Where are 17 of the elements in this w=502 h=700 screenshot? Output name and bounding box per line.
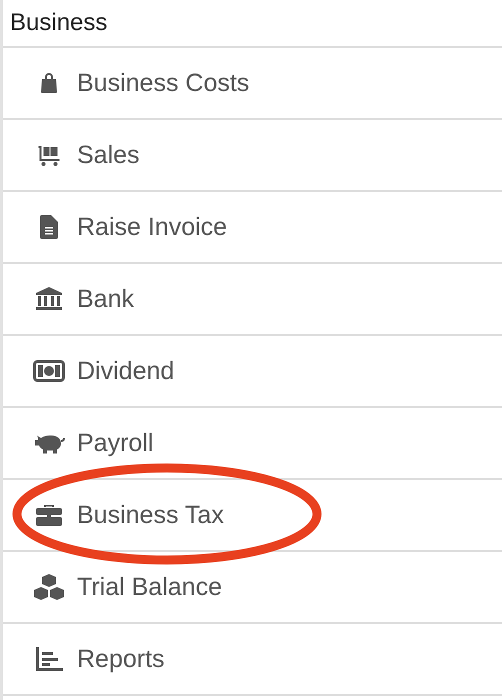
cubes-icon bbox=[33, 573, 65, 601]
menu-item[interactable]: Payroll bbox=[77, 430, 154, 456]
menu-item[interactable]: Trial Balance bbox=[77, 574, 222, 600]
menu-item[interactable]: Dividend bbox=[77, 358, 174, 384]
briefcase-icon bbox=[35, 503, 63, 527]
menu-item[interactable]: Bank bbox=[77, 286, 134, 312]
menu-item[interactable]: Reports bbox=[77, 646, 165, 672]
menu-item[interactable]: Raise Invoice bbox=[77, 214, 228, 240]
document-icon bbox=[40, 215, 58, 239]
menu-item[interactable]: Sales bbox=[77, 142, 140, 168]
bank-icon bbox=[35, 287, 63, 311]
section-title: Business bbox=[10, 11, 108, 35]
banknote-icon bbox=[33, 360, 65, 382]
menu-item[interactable]: Business Tax bbox=[77, 502, 224, 528]
cart-icon bbox=[36, 143, 62, 167]
menu-item[interactable]: Business Costs bbox=[77, 70, 250, 96]
bar-chart-icon bbox=[35, 647, 63, 671]
